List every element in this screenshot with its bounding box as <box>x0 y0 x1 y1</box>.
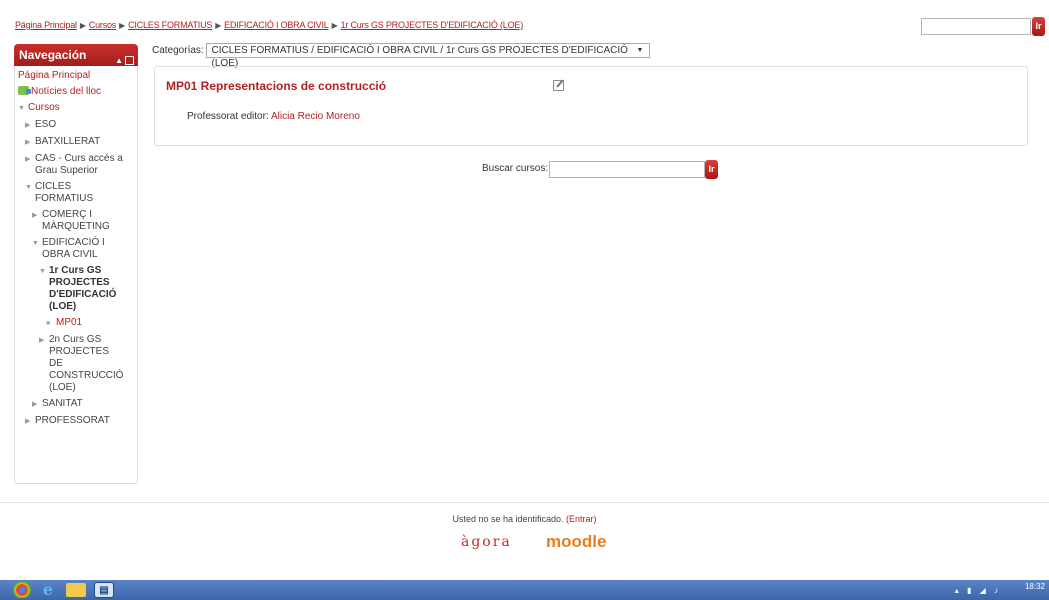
categories-select[interactable]: CICLES FORMATIUS / EDIFICACIÓ I OBRA CIV… <box>206 43 651 69</box>
nav-batxillerat-label: BATXILLERAT <box>35 136 101 147</box>
expanded-icon: ▼ <box>25 184 32 191</box>
chrome-icon[interactable] <box>12 582 32 598</box>
collapsed-icon: ▶ <box>32 401 38 408</box>
login-link[interactable]: (Entrar) <box>566 514 597 524</box>
course-teachers: Professorat editor: Alicia Recio Moreno <box>187 111 360 122</box>
collapsed-icon: ▶ <box>25 156 31 163</box>
breadcrumb-edificacio[interactable]: EDIFICACIÓ I OBRA CIVIL <box>224 20 329 30</box>
nav-1r-curs-line4: (LOE) <box>49 301 77 312</box>
course-search-go-button[interactable]: Ir <box>705 160 718 179</box>
nav-2n-curs[interactable]: ▶ 2n Curs GS PROJECTES DE CONSTRUCCIÓ (LOE) <box>39 334 137 394</box>
breadcrumb: Página Principal ▶ Cursos ▶ CICLES FORMATIUS… <box>15 20 523 30</box>
nav-comerc-label-line2: MÀRQUETING <box>42 221 110 232</box>
footer-divider <box>0 502 1049 503</box>
login-status-text: Usted no se ha identificado. <box>452 514 564 524</box>
nav-eso[interactable]: ▶ ESO <box>25 119 137 132</box>
taskbar-app-icon[interactable]: ▤ <box>94 582 114 598</box>
navigation-block: Navegación ▲ Página Principal Notícies d… <box>14 44 138 484</box>
taskbar-clock[interactable]: 18:32 <box>1024 582 1045 591</box>
nav-professorat[interactable]: ▶ PROFESSORAT <box>25 415 137 428</box>
moodle-logo[interactable]: moodle <box>546 532 606 552</box>
navigation-controls: ▲ <box>115 50 134 72</box>
internet-explorer-icon[interactable]: e <box>38 582 58 598</box>
nav-mp01[interactable]: ■ MP01 <box>46 317 137 330</box>
nav-sanitat-label: SANITAT <box>42 398 83 409</box>
header-search-input[interactable] <box>921 18 1031 35</box>
collapsed-icon: ▶ <box>25 139 31 146</box>
nav-cas[interactable]: ▶ CAS - Curs accés a Grau Superior <box>25 153 137 177</box>
navigation-header: Navegación ▲ <box>14 44 138 66</box>
nav-1r-curs-line3: D'EDIFICACIÓ <box>49 289 117 300</box>
nav-news[interactable]: Notícies del lloc <box>18 86 137 98</box>
breadcrumb-separator: ▶ <box>215 21 222 30</box>
bullet-icon: ■ <box>46 320 51 327</box>
nav-cicles-label-line1: CICLES <box>35 181 72 192</box>
nav-2n-curs-line2: PROJECTES <box>49 346 110 357</box>
nav-batxillerat[interactable]: ▶ BATXILLERAT <box>25 136 137 149</box>
windows-taskbar: e ▤ ▴ ▮ ◢ ♪ 18:32 <box>0 580 1049 600</box>
agora-logo[interactable]: àgora <box>461 534 512 550</box>
course-box: MP01 Representacions de construcció Prof… <box>154 66 1028 146</box>
nav-courses-label: Cursos <box>28 102 60 113</box>
teacher-label: Professorat editor: <box>187 111 269 122</box>
nav-1r-curs-line1: 1r Curs GS <box>49 265 102 276</box>
news-icon <box>18 86 31 95</box>
navigation-title: Navegación <box>19 48 87 62</box>
breadcrumb-home[interactable]: Página Principal <box>15 20 77 30</box>
expanded-icon: ▼ <box>32 240 39 247</box>
collapsed-icon: ▶ <box>32 212 38 219</box>
course-search-label: Buscar cursos: <box>482 163 549 174</box>
categories-label: Categorías: <box>152 45 204 57</box>
dropdown-arrow-icon: ▼ <box>636 47 644 54</box>
course-search: Buscar cursos: <box>482 161 705 178</box>
nav-edificacio-label-line1: EDIFICACIÓ I <box>42 237 105 248</box>
nav-news-label: Notícies del lloc <box>31 86 102 97</box>
collapsed-icon: ▶ <box>39 337 45 344</box>
collapsed-icon: ▶ <box>25 418 31 425</box>
course-title-link[interactable]: MP01 Representacions de construcció <box>166 79 386 93</box>
header-search-go-button[interactable]: Ir <box>1032 17 1045 36</box>
nav-cicles-label-line2: FORMATIUS <box>35 193 94 204</box>
login-info: Usted no se ha identificado. (Entrar) <box>0 514 1049 524</box>
nav-2n-curs-line4: CONSTRUCCIÓ <box>49 370 124 381</box>
nav-2n-curs-line5: (LOE) <box>49 382 76 393</box>
breadcrumb-courses[interactable]: Cursos <box>89 20 117 30</box>
expanded-icon: ▼ <box>18 105 25 112</box>
nav-cas-label-line1: CAS - Curs accés a <box>35 153 123 164</box>
nav-edificacio-label-line2: OBRA CIVIL <box>42 249 98 260</box>
nav-comerc-label-line1: COMERÇ I <box>42 209 92 220</box>
edit-icon[interactable] <box>553 80 564 91</box>
nav-cas-label-line2: Grau Superior <box>35 165 98 176</box>
breadcrumb-separator: ▶ <box>331 21 338 30</box>
nav-2n-curs-line1: 2n Curs GS <box>49 334 102 345</box>
nav-professorat-label: PROFESSORAT <box>35 415 110 426</box>
nav-sanitat[interactable]: ▶ SANITAT <box>32 398 137 411</box>
course-search-input[interactable] <box>549 161 705 178</box>
nav-courses[interactable]: ▼ Cursos <box>18 102 137 115</box>
breadcrumb-separator: ▶ <box>119 21 126 30</box>
nav-1r-curs-current[interactable]: ▼ 1r Curs GS PROJECTES D'EDIFICACIÓ (LOE) <box>39 265 137 313</box>
dock-icon[interactable] <box>125 56 134 66</box>
system-tray-icons[interactable]: ▴ ▮ ◢ ♪ <box>955 586 1001 595</box>
navigation-tree: Página Principal Notícies del lloc ▼ Curs… <box>15 66 137 428</box>
nav-1r-curs-line2: PROJECTES <box>49 277 110 288</box>
collapsed-icon: ▶ <box>25 122 31 129</box>
nav-cicles[interactable]: ▼ CICLES FORMATIUS <box>25 181 137 205</box>
file-explorer-icon[interactable] <box>66 583 86 597</box>
nav-mp01-label: MP01 <box>56 317 83 328</box>
nav-eso-label: ESO <box>35 119 57 130</box>
nav-2n-curs-line3: DE <box>49 358 63 369</box>
breadcrumb-separator: ▶ <box>79 21 86 30</box>
categories-row: Categorías: CICLES FORMATIUS / EDIFICACI… <box>152 43 651 69</box>
expanded-icon: ▼ <box>39 268 46 275</box>
breadcrumb-current-course[interactable]: 1r Curs GS PROJECTES D'EDIFICACIÓ (LOE) <box>341 20 524 30</box>
teacher-name-link[interactable]: Alicia Recio Moreno <box>271 111 360 122</box>
nav-comerc[interactable]: ▶ COMERÇ I MÀRQUETING <box>32 209 137 233</box>
nav-edificacio[interactable]: ▼ EDIFICACIÓ I OBRA CIVIL <box>32 237 137 261</box>
clock-time: 18:32 <box>1024 582 1045 591</box>
collapse-icon[interactable]: ▲ <box>115 56 123 65</box>
breadcrumb-cicles[interactable]: CICLES FORMATIUS <box>128 20 212 30</box>
